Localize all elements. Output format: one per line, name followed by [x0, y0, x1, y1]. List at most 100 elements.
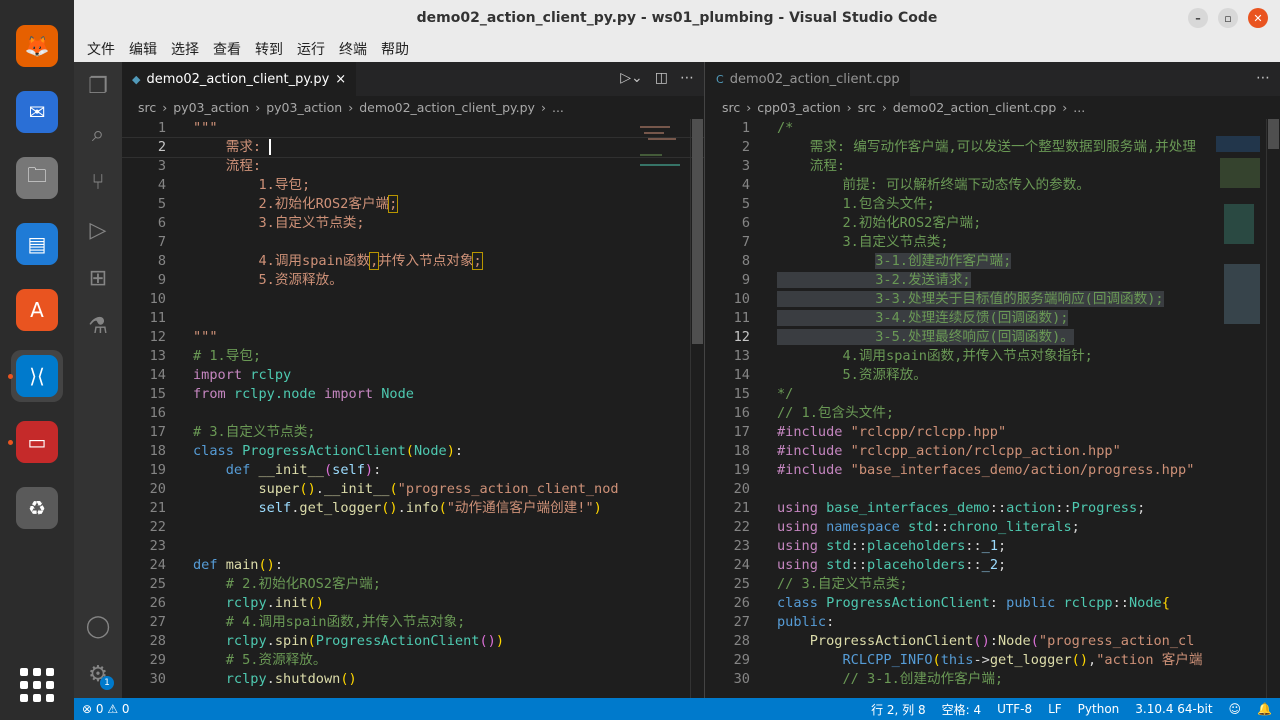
line-number: 2 — [741, 139, 750, 155]
menu-item[interactable]: 帮助 — [374, 39, 416, 59]
line-number: 26 — [149, 595, 166, 611]
breadcrumb-item[interactable]: demo02_action_client.cpp — [893, 100, 1056, 115]
tab-demo02-action-client-py[interactable]: ◆ demo02_action_client_py.py × — [122, 62, 357, 96]
close-button[interactable]: ✕ — [1248, 8, 1268, 28]
maximize-button[interactable]: ▫ — [1218, 8, 1238, 28]
dock-app-vscode[interactable]: ⟩⟨ — [8, 350, 63, 402]
code-line: 16 // 1.包含头文件; — [706, 404, 1280, 423]
tab-close-icon[interactable]: × — [335, 72, 346, 87]
dock-app-writer-icon: ▤ — [16, 223, 58, 265]
menu-item[interactable]: 选择 — [164, 39, 206, 59]
breadcrumb-item[interactable]: src — [858, 100, 876, 115]
feedback-icon[interactable]: ☺ — [1229, 702, 1242, 716]
end-of-line[interactable]: LF — [1048, 702, 1062, 716]
dock-app-terminal[interactable]: ▭ — [8, 416, 63, 468]
explorer-icon[interactable]: ❐ — [74, 62, 122, 110]
breadcrumb-item[interactable]: py03_action — [173, 100, 249, 115]
code-token: // 3-1.创建动作客户端; — [777, 671, 1004, 687]
code-token: ProgressActionClient — [777, 633, 974, 649]
code-token: class — [193, 443, 243, 459]
breadcrumb-separator: › — [540, 99, 546, 115]
code-token: :: — [850, 557, 868, 573]
menu-item[interactable]: 转到 — [248, 39, 290, 59]
code-token: shutdown — [274, 671, 341, 687]
code-token: action — [1006, 500, 1056, 516]
language-mode[interactable]: Python — [1078, 702, 1120, 716]
extensions-icon[interactable]: ⊞ — [74, 254, 122, 302]
code-token: ; — [998, 557, 1007, 573]
line-number: 7 — [741, 234, 750, 250]
line-number: 11 — [149, 310, 166, 326]
code-token: { — [1161, 595, 1170, 611]
python-interpreter[interactable]: 3.10.4 64-bit — [1135, 702, 1212, 716]
menu-item[interactable]: 终端 — [332, 39, 374, 59]
code-token: import — [193, 367, 251, 383]
code-token: 2.初始化ROS2客户端 — [193, 196, 390, 212]
more-actions-icon[interactable]: ⋯ — [1256, 70, 1270, 86]
cursor-position[interactable]: 行 2, 列 8 — [871, 701, 926, 718]
line-number: 28 — [149, 633, 166, 649]
indentation[interactable]: 空格: 4 — [942, 701, 982, 718]
run-icon[interactable]: ▷⌄ — [620, 70, 643, 86]
line-number: 5 — [157, 196, 166, 212]
breadcrumb-item[interactable]: ... — [552, 100, 564, 115]
menu-item[interactable]: 查看 — [206, 39, 248, 59]
menu-item[interactable]: 编辑 — [122, 39, 164, 59]
menu-item[interactable]: 文件 — [80, 39, 122, 59]
show-applications-icon[interactable] — [20, 668, 54, 702]
code-token: main — [225, 557, 259, 573]
notifications-bell-icon[interactable]: 🔔 — [1257, 702, 1272, 716]
encoding[interactable]: UTF-8 — [997, 702, 1032, 716]
scrollbar[interactable] — [1266, 119, 1280, 698]
code-token: , — [1088, 652, 1097, 668]
dock-app-trash[interactable]: ♻ — [11, 482, 63, 534]
code-token: chrono_literals — [948, 519, 1072, 535]
code-line: 7 — [122, 233, 704, 252]
code-line: 13 # 1.导包; — [122, 347, 704, 366]
code-area[interactable]: 1/* 2 需求: 编写动作客户端,可以发送一个整型数据到服务端,并处理 3 流程:… — [706, 119, 1280, 698]
account-icon[interactable]: ◯ — [74, 602, 122, 650]
breadcrumb-item[interactable]: ... — [1073, 100, 1085, 115]
source-control-icon[interactable]: ⑂ — [74, 158, 122, 206]
testing-icon[interactable]: ⚗ — [74, 302, 122, 350]
settings-gear-icon[interactable]: ⚙ 1 — [74, 650, 122, 698]
problems-indicator[interactable]: ⊗ 0 ⚠ 0 — [82, 702, 130, 716]
minimap[interactable] — [1216, 124, 1264, 384]
scrollbar[interactable] — [690, 119, 704, 698]
line-number: 6 — [741, 215, 750, 231]
code-line: 25 # 2.初始化ROS2客户端; — [122, 575, 704, 594]
minimize-button[interactable]: – — [1188, 8, 1208, 28]
search-icon[interactable]: ⌕ — [74, 110, 122, 158]
line-number: 18 — [733, 443, 750, 459]
dock-app-thunderbird[interactable]: ✉ — [11, 86, 63, 138]
dock-app-files[interactable]: 🗀 — [11, 152, 63, 204]
more-actions-icon[interactable]: ⋯ — [680, 70, 694, 86]
menu-item[interactable]: 运行 — [290, 39, 332, 59]
dock-app-writer[interactable]: ▤ — [11, 218, 63, 270]
breadcrumb-item[interactable]: src — [722, 100, 740, 115]
breadcrumb-item[interactable]: demo02_action_client_py.py — [359, 100, 535, 115]
code-token: () — [340, 671, 357, 687]
breadcrumb-item[interactable]: cpp03_action — [757, 100, 840, 115]
code-line: 12 3-5.处理最终响应(回调函数)。 — [706, 328, 1280, 347]
breadcrumb-item[interactable]: src — [138, 100, 156, 115]
run-debug-icon[interactable]: ▷ — [74, 206, 122, 254]
dock-app-firefox[interactable]: 🦊 — [11, 20, 63, 72]
code-line: 28 ProgressActionClient():Node("progress… — [706, 632, 1280, 651]
tab-demo02-action-client-cpp[interactable]: C demo02_action_client.cpp — [706, 62, 910, 96]
code-token: rclpy — [193, 595, 267, 611]
line-number: 22 — [733, 519, 750, 535]
code-token: 5.资源释放。 — [777, 367, 927, 383]
code-token: placeholders — [867, 557, 966, 573]
code-area[interactable]: 1 """ 2 需求: 3 流程: 4 1.导包; 5 2.初始化ROS2客户端; 6 3… — [122, 119, 704, 698]
code-token: : — [454, 443, 464, 459]
code-token: info — [405, 500, 439, 516]
split-editor-icon[interactable]: ◫ — [655, 70, 668, 86]
dock-app-vscode-icon: ⟩⟨ — [16, 355, 58, 397]
line-number: 14 — [733, 367, 750, 383]
minimap[interactable] — [640, 124, 688, 184]
line-number: 27 — [149, 614, 166, 630]
line-number: 11 — [733, 310, 750, 326]
dock-app-app-center[interactable]: A — [11, 284, 63, 336]
breadcrumb-item[interactable]: py03_action — [266, 100, 342, 115]
